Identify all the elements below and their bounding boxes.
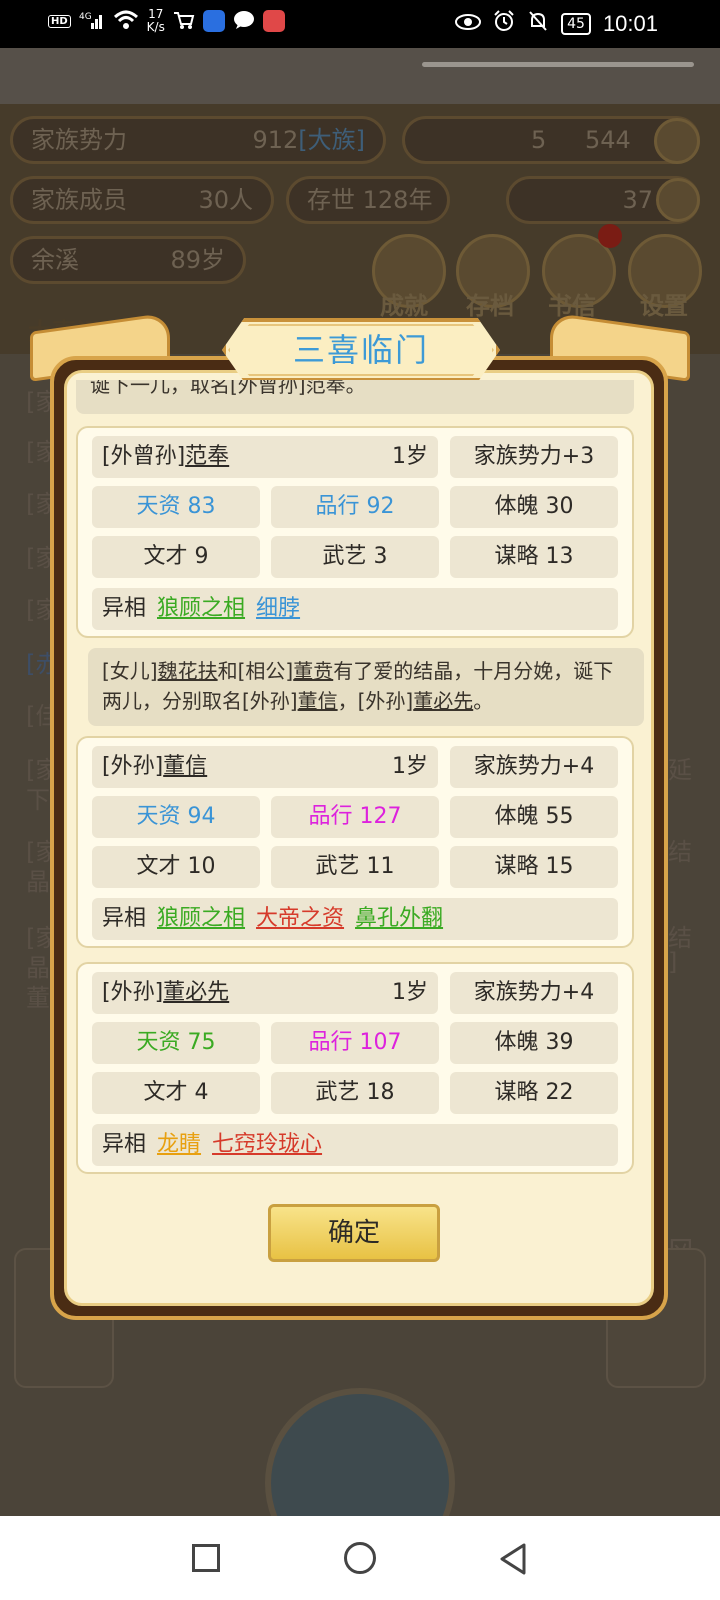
- child-card: [外曾孙]范奉 1岁 家族势力+3 天资 83 品行 92 体魄 30 文才 9…: [76, 426, 634, 638]
- menu-label-save: 存档: [466, 292, 514, 320]
- stat-pinxing: 品行 127: [271, 796, 439, 838]
- menu-label-settings: 设置: [640, 292, 688, 320]
- trait-item[interactable]: 鼻孔外翻: [355, 906, 443, 931]
- stat-moulue: 谋略 13: [450, 536, 618, 578]
- back-triangle-icon[interactable]: [498, 1542, 528, 1580]
- stat-wencai: 文才 4: [92, 1072, 260, 1114]
- shopping-cart-icon: [173, 10, 195, 33]
- network-speed: 17 K/s: [146, 7, 165, 34]
- dialog-title: 三喜临门: [292, 331, 429, 369]
- child-name-cell: [外曾孙]范奉 1岁: [92, 436, 438, 478]
- trait-item[interactable]: 狼顾之相: [157, 596, 245, 621]
- svg-text:4G: 4G: [79, 12, 92, 22]
- members-pill: 家族成员 30人: [10, 176, 274, 224]
- menu-label-achievement: 成就: [380, 292, 428, 320]
- stat-moulue: 谋略 15: [450, 846, 618, 888]
- eye-icon: [455, 12, 482, 37]
- stat-tianzi: 天资 94: [92, 796, 260, 838]
- trait-item[interactable]: 大帝之资: [256, 906, 344, 931]
- trait-item[interactable]: 龙睛: [157, 1132, 201, 1157]
- family-power-gain: 家族势力+4: [450, 746, 618, 788]
- stat-wuyi: 武艺 3: [271, 536, 439, 578]
- child-card: [外孙]董必先 1岁 家族势力+4 天资 75 品行 107 体魄 39 文才 …: [76, 962, 634, 1174]
- trait-item[interactable]: 七窍玲珑心: [212, 1132, 322, 1157]
- wifi-icon: [113, 10, 139, 33]
- trait-row: 异相 龙睛 七窍玲珑心: [92, 1124, 618, 1166]
- notification-dot: [598, 224, 622, 248]
- bg-log-line: 董: [26, 984, 50, 1012]
- trait-item[interactable]: 细脖: [256, 596, 300, 621]
- stat-tianzi: 天资 75: [92, 1022, 260, 1064]
- recents-square-icon[interactable]: [192, 1544, 220, 1572]
- trait-row: 异相 狼顾之相 大帝之资 鼻孔外翻: [92, 898, 618, 940]
- child-name[interactable]: 范奉: [185, 444, 229, 469]
- bg-log-line: 结: [668, 838, 692, 866]
- clock: 10:01: [602, 11, 658, 36]
- status-bar: HD 4G 17 K/s 45 10:01: [0, 0, 720, 48]
- alarm-icon: [493, 10, 515, 38]
- child-card: [外孙]董信 1岁 家族势力+4 天资 94 品行 127 体魄 55 文才 1…: [76, 736, 634, 948]
- child-name-cell: [外孙]董信 1岁: [92, 746, 438, 788]
- hd-icon: HD: [48, 14, 71, 28]
- stat-tipo: 体魄 30: [450, 486, 618, 528]
- father-name[interactable]: 董贲: [293, 659, 333, 683]
- stat-tianzi: 天资 83: [92, 486, 260, 528]
- dialog-scroll-area[interactable]: 诞下一儿，取名[外曾孙]范奉。 [外曾孙]范奉 1岁 家族势力+3 天资 83 …: [64, 380, 652, 1198]
- child-name[interactable]: 董信: [163, 754, 207, 779]
- help-icon[interactable]: [654, 118, 700, 164]
- child-age: 1岁: [392, 444, 428, 469]
- drag-handle[interactable]: [422, 62, 694, 67]
- child-link[interactable]: 董必先: [413, 689, 473, 713]
- stat-tipo: 体魄 39: [450, 1022, 618, 1064]
- stat-wuyi: 武艺 11: [271, 846, 439, 888]
- bg-log-line: 延: [668, 756, 692, 784]
- signal-icon: 4G: [79, 11, 105, 32]
- stat-moulue: 谋略 22: [450, 1072, 618, 1114]
- patriarch-pill: 余溪 89岁: [10, 236, 246, 284]
- stat-pinxing: 品行 92: [271, 486, 439, 528]
- stat-wencai: 文才 9: [92, 536, 260, 578]
- stat-wuyi: 武艺 18: [271, 1072, 439, 1114]
- book-app-icon: [262, 10, 285, 32]
- top-strip: [0, 48, 720, 104]
- existence-pill: 存世 128年: [286, 176, 450, 224]
- family-power-pill: 家族势力 912[大族]: [10, 116, 386, 164]
- stat-pinxing: 品行 107: [271, 1022, 439, 1064]
- child-age: 1岁: [392, 754, 428, 779]
- family-power-gain: 家族势力+4: [450, 972, 618, 1014]
- mother-name[interactable]: 魏花扶: [158, 659, 218, 683]
- trait-item[interactable]: 狼顾之相: [157, 906, 245, 931]
- child-name-cell: [外孙]董必先 1岁: [92, 972, 438, 1014]
- bulb-app-icon: [202, 10, 225, 32]
- birth-message: [女儿]魏花扶和[相公]董贲有了爱的结晶，十月分娩，诞下两儿，分别取名[外孙]董…: [88, 648, 644, 726]
- system-nav-bar: [0, 1516, 720, 1600]
- home-circle-icon[interactable]: [344, 1542, 376, 1574]
- chat-bubble-icon: [233, 10, 255, 33]
- battery-indicator: 45: [561, 13, 591, 35]
- scrolled-message: 诞下一儿，取名[外曾孙]范奉。: [76, 380, 634, 414]
- bg-log-line: ]: [668, 948, 678, 976]
- stat-tipo: 体魄 55: [450, 796, 618, 838]
- child-link[interactable]: 董信: [298, 689, 338, 713]
- confirm-button[interactable]: 确定: [268, 1204, 440, 1262]
- bg-log-line: 下: [26, 786, 50, 814]
- mute-bell-icon: [527, 10, 549, 38]
- child-name[interactable]: 董必先: [163, 980, 229, 1005]
- child-age: 1岁: [392, 980, 428, 1005]
- family-power-gain: 家族势力+3: [450, 436, 618, 478]
- trait-row: 异相 狼顾之相 细脖: [92, 588, 618, 630]
- add-gold-icon[interactable]: [656, 178, 700, 222]
- bg-log-line: 晶: [26, 868, 50, 896]
- stat-wencai: 文才 10: [92, 846, 260, 888]
